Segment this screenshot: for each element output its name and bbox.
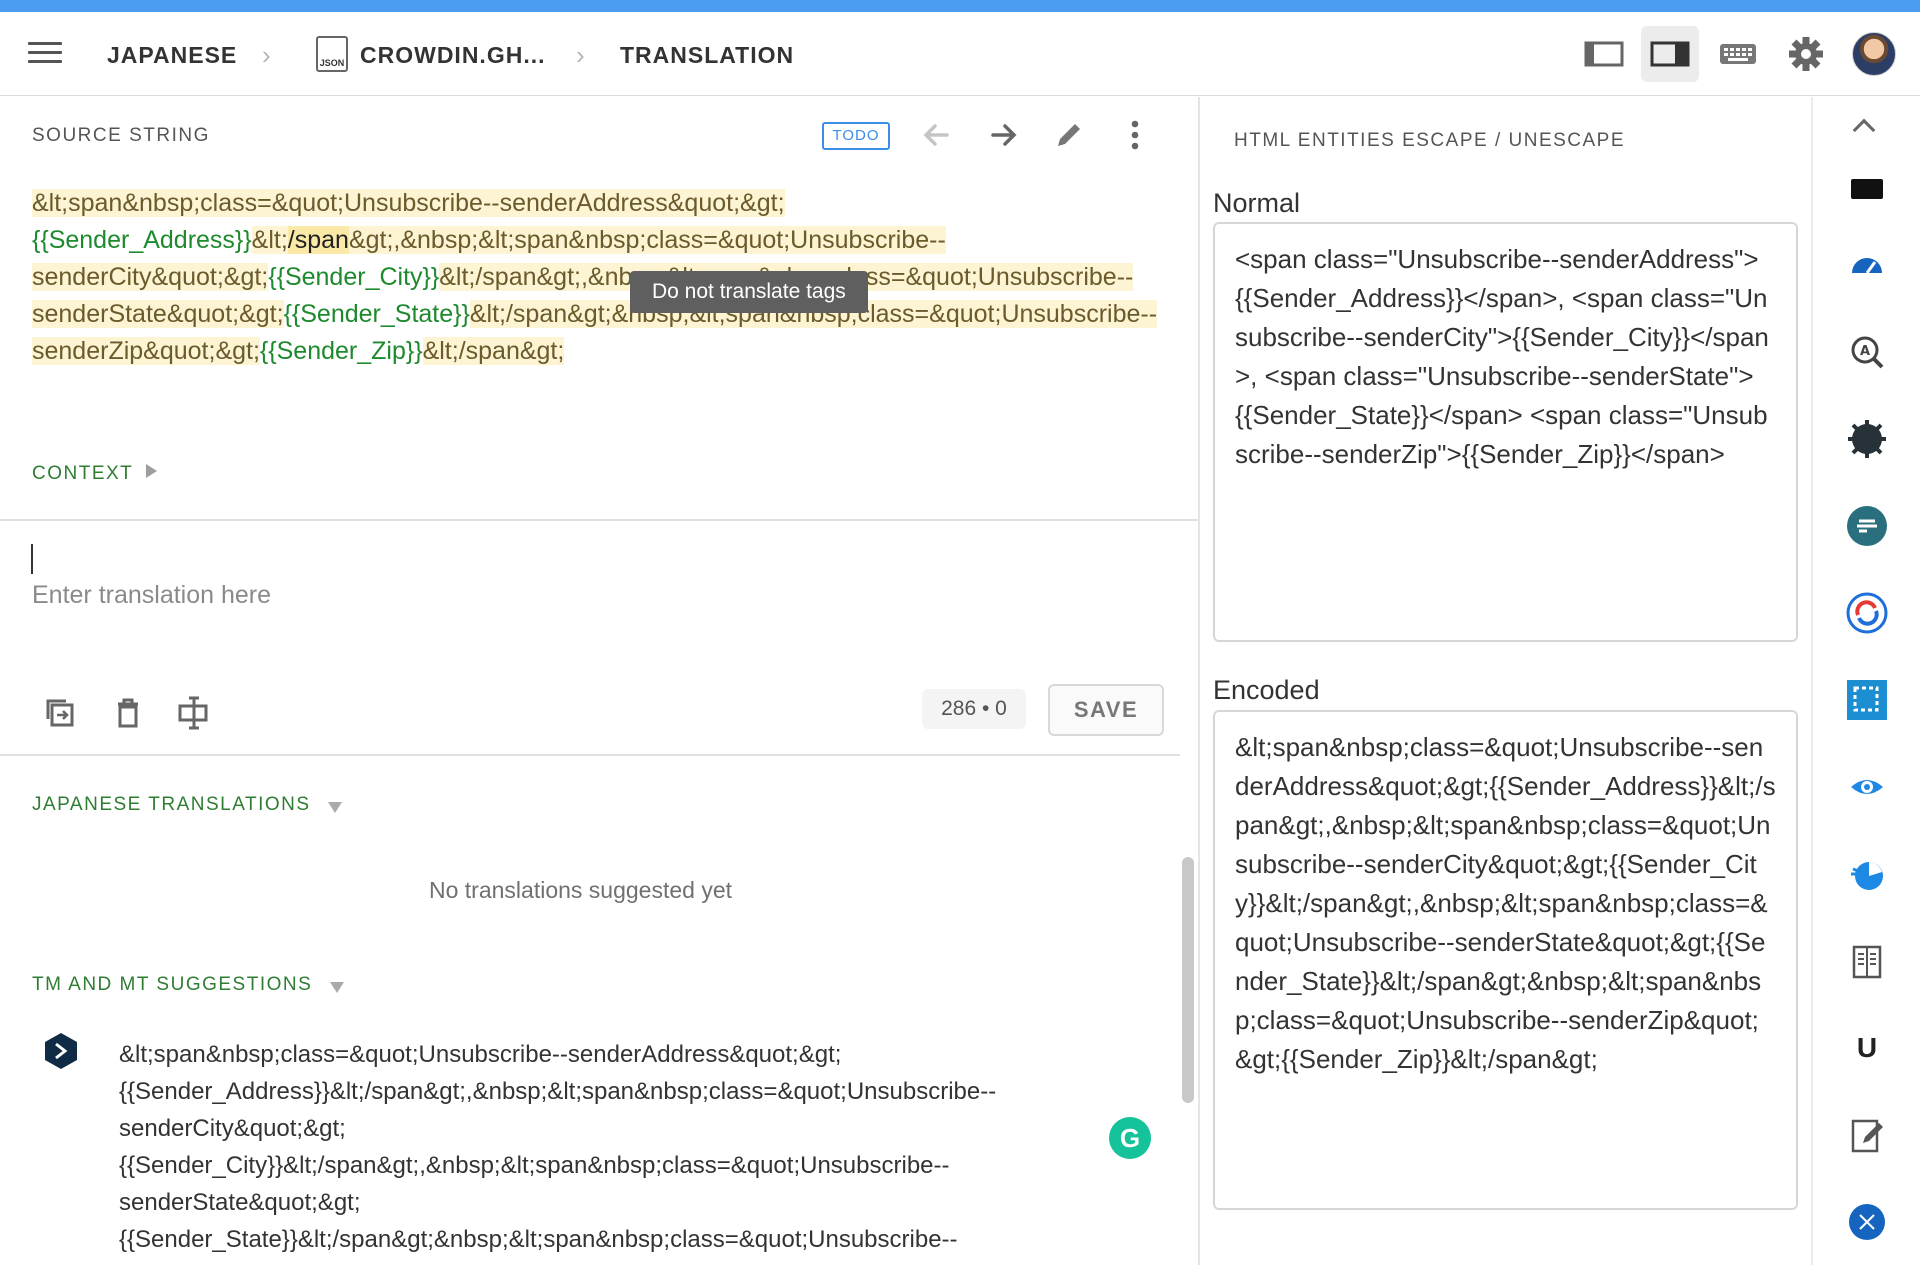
tag-icon[interactable] [1845, 504, 1889, 548]
divider [0, 519, 1198, 521]
context-toggle[interactable]: CONTEXT [32, 463, 133, 485]
breadcrumb-page: TRANSLATION [620, 42, 795, 68]
source-variable: {{Sender_State}} [283, 300, 470, 328]
layout-sidebar-button[interactable] [1574, 26, 1632, 82]
source-tag-text: scribe-- [862, 226, 946, 254]
divider [0, 754, 1180, 756]
scrollbar-thumb[interactable] [1182, 857, 1194, 1103]
keyboard-icon [1720, 44, 1756, 64]
search-a-icon[interactable]: A [1845, 330, 1889, 374]
source-tag-text: &lt; [251, 226, 288, 254]
json-file-icon-label: JSON [319, 58, 345, 68]
tooltip: Do not translate tags [630, 271, 868, 313]
trash-icon[interactable] [108, 693, 148, 733]
menu-icon[interactable] [28, 42, 62, 66]
source-variable: {{Sender_City}} [268, 263, 440, 291]
source-tag-text: senderState&quot;&gt; [32, 300, 284, 328]
source-tag-text: &gt;,&nbsp;&lt;span&nbsp;class=&quot;Uns… [348, 226, 863, 254]
u-icon[interactable]: U [1845, 1026, 1889, 1070]
split-edit-icon[interactable] [174, 693, 214, 733]
entities-panel-title: HTML ENTITIES ESCAPE / UNESCAPE [1234, 130, 1626, 151]
avatar[interactable] [1852, 32, 1896, 76]
normal-label: Normal [1213, 188, 1301, 218]
pencil-icon[interactable] [1049, 115, 1089, 155]
deepl-icon [45, 1033, 77, 1069]
suggestion-text[interactable]: &lt;span&nbsp;class=&quot;Unsubscribe--s… [119, 1036, 1069, 1258]
arrow-left-icon[interactable] [917, 115, 957, 155]
source-string-text: &lt;span&nbsp;class=&quot;Unsubscribe--s… [32, 185, 1172, 370]
encoded-textarea[interactable]: &lt;span&nbsp;class=&quot;Unsubscribe--s… [1213, 710, 1798, 1210]
layout-split-icon [1650, 41, 1690, 67]
top-accent-bar [0, 0, 1920, 12]
source-tag-text: /span [287, 226, 349, 254]
json-file-icon: JSON [316, 36, 348, 72]
x-icon[interactable] [1845, 1200, 1889, 1244]
app-header: JAPANESE › JSON CROWDIN.GH... › TRANSLAT… [0, 12, 1920, 96]
chevron-up-icon[interactable] [1852, 118, 1876, 142]
source-tag-text: &lt;span&nbsp;class=&quot;Unsubscribe-- [32, 189, 500, 217]
encoded-label: Encoded [1213, 675, 1320, 705]
japanese-translations-toggle[interactable]: JAPANESE TRANSLATIONS [32, 794, 311, 816]
text-caret [31, 544, 33, 574]
keyboard-button[interactable] [1709, 26, 1767, 82]
gear-icon [1789, 37, 1823, 71]
translation-input[interactable] [30, 535, 1160, 655]
source-string-label: SOURCE STRING [32, 125, 210, 146]
empty-translations-message: No translations suggested yet [429, 877, 733, 903]
book-icon[interactable] [1845, 939, 1889, 983]
normal-textarea[interactable]: <span class="Unsubscribe--senderAddress"… [1213, 222, 1798, 642]
speedometer-icon[interactable] [1845, 243, 1889, 287]
caret-down-icon [328, 802, 342, 813]
svg-text:A: A [1860, 344, 1870, 359]
sync-icon[interactable] [1845, 591, 1889, 635]
edit-note-icon[interactable] [1845, 1113, 1889, 1157]
gear-dark-icon[interactable] [1845, 417, 1889, 461]
source-tag-text: senderAddress&quot;&gt; [499, 189, 785, 217]
arrow-right-icon[interactable] [983, 115, 1023, 155]
caret-down-icon [330, 982, 344, 993]
source-tag-text: senderCity&quot;&gt; [32, 263, 269, 291]
source-tag-text: senderZip&quot;&gt; [32, 337, 260, 365]
plugin-icon-1[interactable] [1845, 165, 1889, 209]
chart-icon[interactable] [1845, 852, 1889, 896]
eye-icon[interactable] [1845, 765, 1889, 809]
caret-right-icon [146, 464, 157, 478]
status-badge: TODO [822, 122, 890, 150]
breadcrumb-file[interactable]: CROWDIN.GH... [360, 42, 546, 69]
source-tag-text: &lt;/span&gt; [422, 337, 565, 365]
rail-divider [1811, 97, 1813, 1265]
chevron-right-icon: › [262, 40, 271, 70]
layout-split-button[interactable] [1641, 26, 1699, 82]
character-counter: 286 • 0 [922, 689, 1026, 729]
layout-sidebar-icon [1584, 41, 1624, 67]
tm-mt-suggestions-toggle[interactable]: TM AND MT SUGGESTIONS [32, 974, 312, 996]
settings-button[interactable] [1777, 26, 1835, 82]
breadcrumb-language[interactable]: JAPANESE [107, 42, 237, 69]
source-variable: {{Sender_Address}} [32, 226, 252, 254]
chevron-right-icon: › [576, 40, 585, 70]
more-vert-icon[interactable] [1115, 115, 1155, 155]
copy-source-icon[interactable] [40, 693, 80, 733]
grammarly-icon[interactable]: G [1109, 1117, 1151, 1159]
save-button[interactable]: SAVE [1048, 684, 1164, 736]
source-variable: {{Sender_Zip}} [259, 337, 423, 365]
selection-icon[interactable] [1845, 678, 1889, 722]
